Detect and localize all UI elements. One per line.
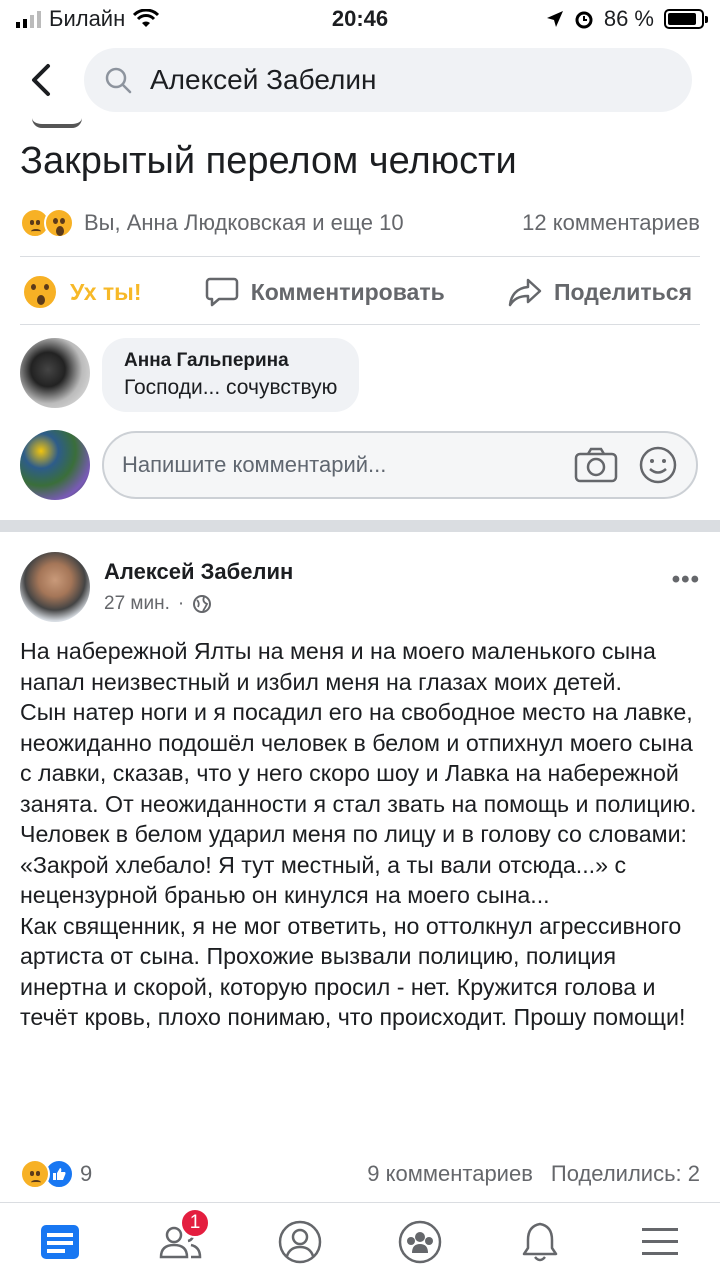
battery-icon [664, 9, 708, 29]
comments-count[interactable]: 12 комментариев [522, 210, 700, 236]
share-icon [508, 278, 542, 307]
bell-icon [522, 1222, 558, 1261]
avatar[interactable] [20, 338, 90, 408]
reaction-summary[interactable]: Вы, Анна Людковская и еще 10 12 коммента… [20, 204, 700, 242]
comment-text: Господи... сочувствую [124, 376, 338, 399]
shares-link[interactable]: Поделились: 2 [551, 1161, 700, 1187]
tab-notifications[interactable] [510, 1212, 570, 1272]
comment-button[interactable]: Комментировать [205, 276, 445, 308]
tab-news-feed[interactable] [30, 1212, 90, 1272]
camera-icon [574, 447, 618, 483]
status-right: 86 % [546, 6, 708, 32]
post-body: На набережной Ялты на меня и на моего ма… [20, 638, 697, 1030]
tab-profile[interactable] [270, 1212, 330, 1272]
location-icon [546, 11, 563, 27]
share-button[interactable]: Поделиться [508, 277, 692, 307]
search-input[interactable]: Алексей Забелин [84, 48, 692, 112]
comment-bubble[interactable]: Анна Гальперина Господи... сочувствую [102, 338, 360, 412]
feed-separator [0, 520, 720, 532]
comments-link[interactable]: 9 комментариев [367, 1161, 533, 1187]
reactions-count[interactable]: 9 [80, 1161, 92, 1187]
back-button[interactable] [24, 58, 60, 102]
post-title: Закрытый перелом челюсти [20, 140, 517, 182]
top-bar: Алексей Забелин [0, 48, 720, 112]
search-query: Алексей Забелин [150, 64, 377, 95]
post-time[interactable]: 27 мин. [104, 593, 170, 615]
chevron-left-icon [32, 64, 50, 96]
wow-reaction-icon [44, 208, 74, 238]
sticker-button[interactable] [634, 441, 682, 489]
reaction-label: Ух ты! [70, 278, 142, 305]
reactions-text: Вы, Анна Людковская и еще 10 [84, 210, 404, 235]
tab-friends[interactable]: 1 [150, 1207, 210, 1272]
wow-icon [22, 274, 58, 310]
tab-groups[interactable] [390, 1212, 450, 1272]
post-actions: Ух ты! Комментировать Поделиться [0, 262, 720, 322]
search-icon [105, 67, 132, 94]
tab-menu[interactable] [630, 1212, 690, 1272]
notification-badge: 1 [180, 1207, 210, 1238]
comment-item: Анна Гальперина Господи... сочувствую [20, 338, 360, 412]
post-footer: 9 9 комментариев Поделились: 2 [20, 1156, 700, 1192]
comment-icon [205, 277, 238, 307]
avatar[interactable] [20, 430, 90, 500]
comment-placeholder: Напишите комментарий... [122, 452, 387, 477]
news-feed-icon [41, 1224, 79, 1259]
bottom-tab-bar: 1 [0, 1202, 720, 1280]
divider [20, 256, 700, 257]
meta-separator: · [177, 593, 185, 614]
share-label: Поделиться [553, 278, 692, 305]
reaction-button[interactable]: Ух ты! [22, 274, 141, 310]
divider [20, 324, 700, 325]
globe-icon [193, 595, 212, 613]
camera-button[interactable] [572, 441, 620, 489]
avatar-peek [32, 118, 82, 128]
comment-input[interactable]: Напишите комментарий... [102, 431, 698, 499]
status-bar: Билайн 20:46 86 % [0, 0, 720, 40]
avatar[interactable] [20, 552, 90, 622]
profile-icon [278, 1220, 322, 1263]
smiley-icon [639, 446, 677, 484]
alarm-icon [575, 11, 593, 29]
comment-author[interactable]: Анна Гальперина [124, 350, 337, 372]
comment-label: Комментировать [250, 278, 445, 305]
post-author[interactable]: Алексей Забелин [104, 559, 293, 585]
post-header: Алексей Забелин 27 мин. · ••• [20, 552, 700, 622]
write-comment-row: Напишите комментарий... [20, 430, 698, 500]
sad-reaction-icon [20, 1159, 50, 1189]
hamburger-menu-icon [642, 1227, 678, 1255]
more-options-button[interactable]: ••• [672, 566, 700, 594]
post-meta: 27 мин. · [104, 593, 293, 615]
groups-icon [398, 1220, 442, 1263]
battery-percent: 86 % [603, 6, 654, 31]
